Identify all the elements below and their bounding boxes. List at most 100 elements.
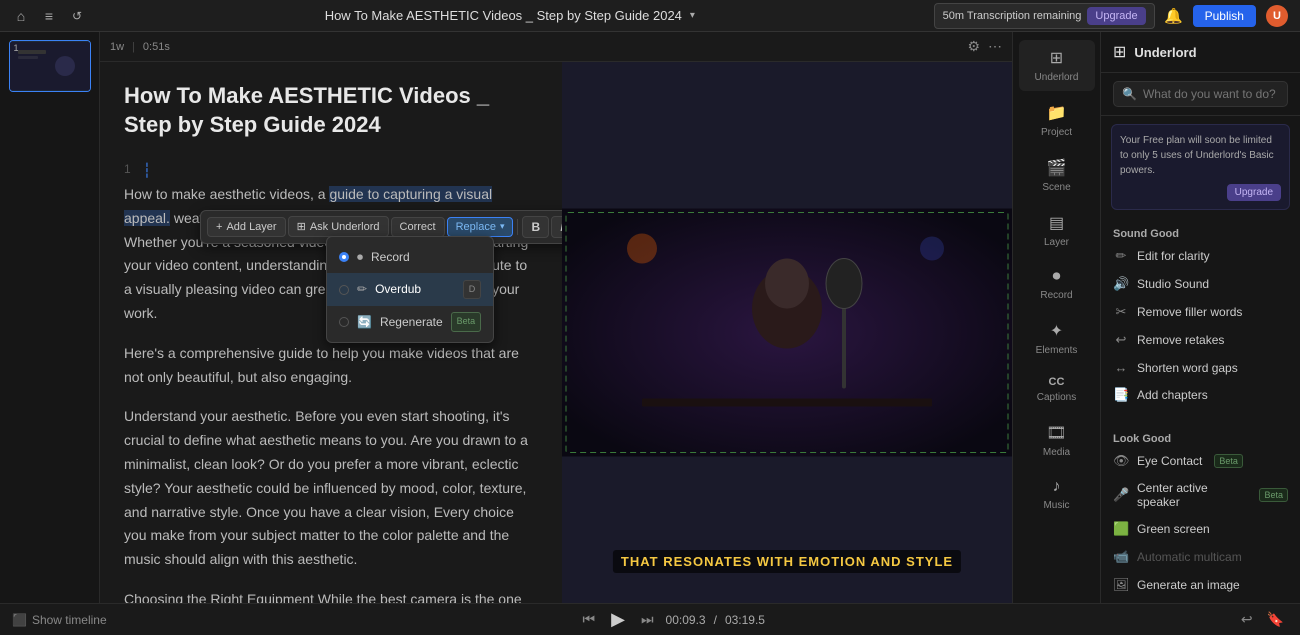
sidebar-item-scene[interactable]: 🎬 Scene <box>1019 150 1095 201</box>
transcript-panel[interactable]: How To Make AESTHETIC Videos _ Step by S… <box>100 62 562 603</box>
notification-icon[interactable]: 🔔 <box>1165 7 1183 25</box>
sidebar-item-music[interactable]: ♪ Music <box>1019 470 1095 519</box>
underlord-small-icon: ⊞ <box>297 220 306 233</box>
remove-filler-label: Remove filler words <box>1137 305 1242 319</box>
edit-for-clarity-item[interactable]: ✏ Edit for clarity <box>1101 242 1300 270</box>
bb-center: ⏮ ▶ ⏭ 00:09.3 / 03:19.5 <box>578 605 765 634</box>
upgrade-banner-button[interactable]: Upgrade <box>1227 184 1281 201</box>
time-separator: / <box>714 613 717 627</box>
timeline-icon: ⬛ <box>12 613 27 627</box>
studio-sound-item[interactable]: 🔊 Studio Sound <box>1101 270 1300 298</box>
bb-right: ↩ 🔖 <box>1237 607 1288 632</box>
toolbar-meta: 1w | 0:51s <box>110 41 170 53</box>
music-rp-label: Music <box>1043 500 1069 511</box>
video-container[interactable]: THAT RESONATES WITH EMOTION AND STYLE <box>562 62 1012 603</box>
show-timeline-button[interactable]: ⬛ Show timeline <box>12 613 107 627</box>
settings-icon[interactable]: ⚙ <box>967 38 980 55</box>
line-number: 1 <box>124 159 131 179</box>
underlord-logo-icon: ⊞ <box>1113 42 1126 62</box>
shorten-gaps-label: Shorten word gaps <box>1137 361 1238 375</box>
play-button[interactable]: ▶ <box>607 605 629 634</box>
video-placeholder: THAT RESONATES WITH EMOTION AND STYLE <box>562 62 1012 603</box>
remove-retakes-label: Remove retakes <box>1137 333 1224 347</box>
topbar: ⌂ ≡ ↺ How To Make AESTHETIC Videos _ Ste… <box>0 0 1300 32</box>
add-chapters-item[interactable]: 📑 Add chapters <box>1101 381 1300 409</box>
remove-filler-item[interactable]: ✂ Remove filler words <box>1101 298 1300 326</box>
sidebar-item-underlord[interactable]: ⊞ Underlord <box>1019 40 1095 91</box>
underlord-header: ⊞ Underlord <box>1101 32 1300 73</box>
transcription-label: 50m Transcription remaining <box>943 10 1082 22</box>
video-subtitle: THAT RESONATES WITH EMOTION AND STYLE <box>613 550 961 573</box>
topbar-right: 50m Transcription remaining Upgrade 🔔 Pu… <box>934 3 1288 29</box>
underlord-panel-title: Underlord <box>1134 45 1196 60</box>
main-layout: 1 1w | 0:51s ⚙ ⋯ <box>0 32 1300 603</box>
project-rp-icon: 📁 <box>1047 103 1067 123</box>
replace-record-item[interactable]: ⏺ Record <box>327 241 493 273</box>
record-icon: ⏺ <box>357 247 363 267</box>
correct-button[interactable]: Correct <box>391 217 445 237</box>
more-options-icon[interactable]: ⋯ <box>988 38 1002 55</box>
sidebar-item-media[interactable]: 🎞 Media <box>1019 415 1095 466</box>
record-rp-label: Record <box>1040 290 1072 301</box>
center-speaker-item[interactable]: 🎤 Center active speaker Beta <box>1101 475 1300 515</box>
menu-icon[interactable]: ≡ <box>40 7 58 25</box>
sidebar-item-project[interactable]: 📁 Project <box>1019 95 1095 146</box>
add-layer-button[interactable]: + Add Layer <box>207 217 286 237</box>
sidebar-item-layer[interactable]: ▤ Layer <box>1019 205 1095 256</box>
avatar: U <box>1266 5 1288 27</box>
center-speaker-icon: 🎤 <box>1113 487 1129 503</box>
bb-left: ⬛ Show timeline <box>12 613 107 627</box>
sidebar-item-captions[interactable]: CC Captions <box>1019 368 1095 411</box>
underlord-search-input[interactable] <box>1143 87 1298 101</box>
record-rp-icon: ⏺ <box>1052 268 1060 286</box>
replace-button[interactable]: Replace ▾ <box>447 217 514 237</box>
green-screen-item[interactable]: 🟩 Green screen <box>1101 515 1300 543</box>
auto-multicam-item[interactable]: 📹 Automatic multicam <box>1101 543 1300 571</box>
studio-sound-icon: 🔊 <box>1113 276 1129 292</box>
generate-image-item[interactable]: 🖼 Generate an image <box>1101 571 1300 599</box>
elements-rp-label: Elements <box>1036 345 1078 356</box>
sound-good-title: Sound Good <box>1101 224 1300 242</box>
sidebar-item-record[interactable]: ⏺ Record <box>1019 260 1095 309</box>
upgrade-button[interactable]: Upgrade <box>1087 7 1145 25</box>
shorten-gaps-item[interactable]: ↔ Shorten word gaps <box>1101 354 1300 381</box>
skip-forward-button[interactable]: ⏭ <box>637 607 658 632</box>
search-icon: 🔍 <box>1122 87 1137 101</box>
captions-rp-icon: CC <box>1049 376 1065 388</box>
right-panel: ⊞ Underlord 📁 Project 🎬 Scene ▤ Layer ⏺ … <box>1012 32 1100 603</box>
green-screen-label: Green screen <box>1137 522 1210 536</box>
paragraph-4: Choosing the Right Equipment While the b… <box>124 588 538 603</box>
skip-back-button[interactable]: ⏮ <box>578 607 599 632</box>
edit-clarity-icon: ✏ <box>1113 248 1129 264</box>
sidebar-item-elements[interactable]: ✦ Elements <box>1019 313 1095 364</box>
italic-button[interactable]: I <box>551 216 562 238</box>
thumbnail-item[interactable]: 1 <box>9 40 91 92</box>
underlord-search: 🔍 <box>1101 73 1300 116</box>
publish-button[interactable]: Publish <box>1193 5 1256 27</box>
bookmark-button[interactable]: 🔖 <box>1263 607 1288 632</box>
overdub-shortcut: D <box>463 280 482 299</box>
eye-contact-item[interactable]: 👁 Eye Contact Beta <box>1101 447 1300 475</box>
replace-overdub-item[interactable]: ✏ Overdub D <box>327 273 493 305</box>
title-dropdown-icon[interactable]: ▾ <box>690 10 695 21</box>
remove-retakes-item[interactable]: ↩ Remove retakes <box>1101 326 1300 354</box>
layer-rp-icon: ▤ <box>1049 213 1064 233</box>
bold-button[interactable]: B <box>522 216 549 238</box>
ask-underlord-button[interactable]: ⊞ Ask Underlord <box>288 216 389 237</box>
save-icon[interactable]: ↺ <box>68 7 86 25</box>
rewind-button[interactable]: ↩ <box>1237 607 1257 632</box>
record-label: Record <box>371 247 410 267</box>
eye-contact-icon: 👁 <box>1113 453 1129 469</box>
add-chapters-label: Add chapters <box>1137 388 1208 402</box>
home-icon[interactable]: ⌂ <box>12 7 30 25</box>
show-timeline-label: Show timeline <box>32 613 107 627</box>
eye-contact-label: Eye Contact <box>1137 454 1202 468</box>
overdub-icon: ✏ <box>357 279 367 299</box>
replace-regenerate-item[interactable]: 🔄 Regenerate Beta <box>327 306 493 338</box>
add-layer-icon: + <box>216 221 222 233</box>
eye-contact-beta-badge: Beta <box>1214 454 1243 468</box>
studio-sound-label: Studio Sound <box>1137 277 1209 291</box>
project-rp-label: Project <box>1041 127 1072 138</box>
scene-rp-label: Scene <box>1042 182 1070 193</box>
video-panel: THAT RESONATES WITH EMOTION AND STYLE <box>562 62 1012 603</box>
